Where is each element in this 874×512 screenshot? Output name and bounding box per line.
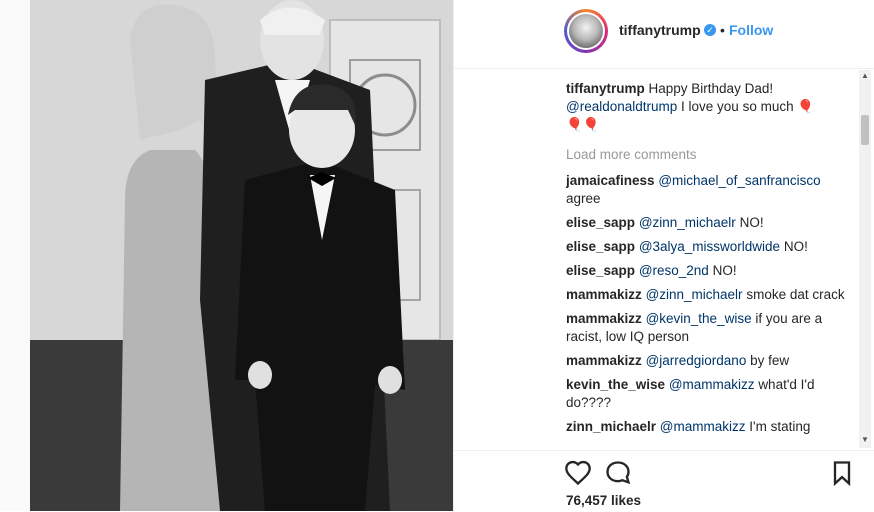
comment-item: zinn_michaelr @mammakizz I'm stating bbox=[566, 418, 856, 436]
comment-username[interactable]: jamaicafiness bbox=[566, 173, 655, 188]
bookmark-icon[interactable] bbox=[828, 459, 856, 487]
comment-text: NO! bbox=[712, 263, 737, 278]
comment-username[interactable]: kevin_the_wise bbox=[566, 377, 665, 392]
comment-username[interactable]: elise_sapp bbox=[566, 239, 635, 254]
post-photo[interactable] bbox=[30, 0, 453, 511]
comment-item: mammakizz @kevin_the_wise if you are a r… bbox=[566, 310, 856, 346]
comment-username[interactable]: mammakizz bbox=[566, 311, 642, 326]
comment-text: NO! bbox=[739, 215, 764, 230]
comment-item: kevin_the_wise @mammakizz what'd I'd do?… bbox=[566, 376, 856, 412]
comment-item: mammakizz @zinn_michaelr smoke dat crack bbox=[566, 286, 856, 304]
avatar-ring-inner bbox=[567, 12, 605, 50]
caption-username[interactable]: tiffanytrump bbox=[566, 81, 645, 96]
comment-username[interactable]: elise_sapp bbox=[566, 215, 635, 230]
avatar-image bbox=[569, 14, 603, 48]
comment-username[interactable]: mammakizz bbox=[566, 287, 642, 302]
comment-mention[interactable]: @mammakizz bbox=[660, 419, 746, 434]
comments-scrollbar[interactable]: ▲ ▼ bbox=[859, 70, 871, 448]
comment-mention[interactable]: @mammakizz bbox=[669, 377, 755, 392]
post-caption: tiffanytrump Happy Birthday Dad! @realdo… bbox=[566, 80, 856, 134]
comment-mention[interactable]: @michael_of_sanfrancisco bbox=[658, 173, 820, 188]
speech-bubble-icon[interactable] bbox=[604, 459, 632, 487]
comment-text: by few bbox=[750, 353, 790, 368]
avatar[interactable] bbox=[564, 9, 608, 53]
post-actions-bar: 76,457 likes bbox=[454, 450, 874, 512]
verified-badge-icon: ✓ bbox=[704, 24, 716, 36]
balloon-emoji: 🎈 bbox=[797, 99, 815, 114]
caption-mention[interactable]: @realdonaldtrump bbox=[566, 99, 677, 114]
comment-username[interactable]: zinn_michaelr bbox=[566, 419, 656, 434]
separator-dot: • bbox=[720, 22, 725, 38]
comment-mention[interactable]: @kevin_the_wise bbox=[646, 311, 752, 326]
comment-mention[interactable]: @3alya_missworldwide bbox=[639, 239, 780, 254]
comment-item: elise_sapp @3alya_missworldwide NO! bbox=[566, 238, 856, 256]
scroll-up-arrow-icon[interactable]: ▲ bbox=[859, 70, 871, 82]
caption-text-2: I love you so much bbox=[681, 99, 794, 114]
post-side-panel: tiffanytrump ✓ • Follow tiffanytrump Hap… bbox=[453, 0, 874, 511]
comment-mention[interactable]: @jarredgiordano bbox=[646, 353, 747, 368]
comment-item: elise_sapp @reso_2nd NO! bbox=[566, 262, 856, 280]
photo-illustration bbox=[30, 0, 453, 511]
comments-list[interactable]: tiffanytrump Happy Birthday Dad! @realdo… bbox=[566, 80, 856, 450]
comment-mention[interactable]: @reso_2nd bbox=[639, 263, 709, 278]
balloon-emoji-pair: 🎈🎈 bbox=[566, 117, 600, 132]
follow-button[interactable]: Follow bbox=[729, 22, 773, 38]
comment-item: elise_sapp @zinn_michaelr NO! bbox=[566, 214, 856, 232]
likes-count[interactable]: 76,457 likes bbox=[566, 493, 641, 508]
load-more-comments-link[interactable]: Load more comments bbox=[566, 146, 856, 164]
comment-text: NO! bbox=[783, 239, 808, 254]
comment-mention[interactable]: @zinn_michaelr bbox=[646, 287, 743, 302]
caption-text: Happy Birthday Dad! bbox=[648, 81, 774, 96]
comment-username[interactable]: elise_sapp bbox=[566, 263, 635, 278]
comment-text: I'm stating bbox=[749, 419, 811, 434]
account-username[interactable]: tiffanytrump bbox=[619, 22, 701, 38]
comment-text: smoke dat crack bbox=[746, 287, 845, 302]
scroll-down-arrow-icon[interactable]: ▼ bbox=[859, 434, 871, 446]
comment-username[interactable]: mammakizz bbox=[566, 353, 642, 368]
post-header: tiffanytrump ✓ • Follow bbox=[454, 0, 874, 69]
scrollbar-thumb[interactable] bbox=[861, 115, 869, 145]
comment-text: agree bbox=[566, 191, 601, 206]
heart-outline-icon[interactable] bbox=[564, 459, 592, 487]
comment-mention[interactable]: @zinn_michaelr bbox=[639, 215, 736, 230]
comment-item: jamaicafiness @michael_of_sanfrancisco a… bbox=[566, 172, 856, 208]
comment-item: mammakizz @jarredgiordano by few bbox=[566, 352, 856, 370]
